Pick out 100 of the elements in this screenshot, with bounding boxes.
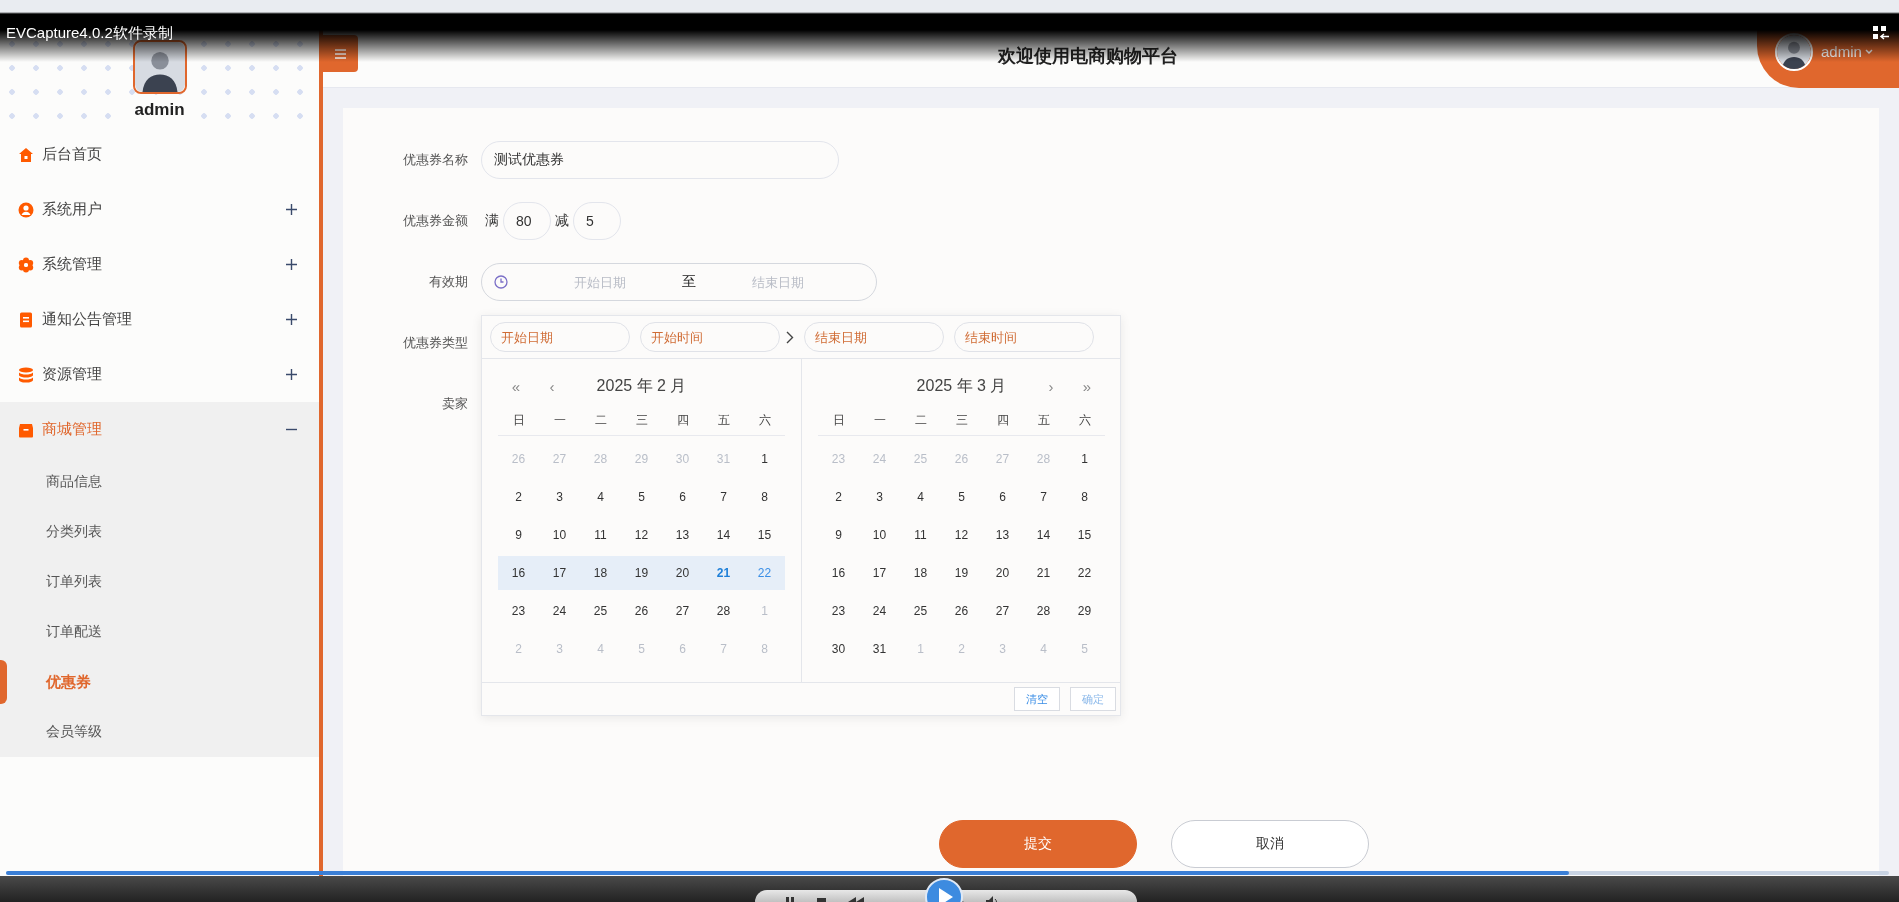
day-cell[interactable]: 2 xyxy=(818,480,859,514)
day-cell[interactable]: 10 xyxy=(859,518,900,552)
weekday-label: 一 xyxy=(552,411,567,429)
weekday-label: 日 xyxy=(831,411,846,429)
day-cell[interactable]: 27 xyxy=(662,594,703,628)
submenu-item[interactable]: 分类列表 xyxy=(46,523,102,541)
day-cell[interactable]: 3 xyxy=(539,480,580,514)
day-cell[interactable]: 15 xyxy=(744,518,785,552)
day-cell[interactable]: 9 xyxy=(498,518,539,552)
day-cell[interactable]: 20 xyxy=(662,556,703,590)
day-cell[interactable]: 8 xyxy=(1064,480,1105,514)
day-cell[interactable]: 6 xyxy=(662,480,703,514)
day-cell[interactable]: 31 xyxy=(859,632,900,666)
day-cell[interactable]: 1 xyxy=(1064,442,1105,476)
recorder-title: EVCapture4.0.2软件录制 xyxy=(6,24,173,43)
menu-item[interactable]: 系统管理 xyxy=(0,237,319,292)
day-cell[interactable]: 2 xyxy=(498,480,539,514)
input-field[interactable]: 开始时间 xyxy=(640,322,780,352)
menu-item[interactable]: 后台首页 xyxy=(0,127,319,182)
day-cell[interactable]: 15 xyxy=(1064,518,1105,552)
day-cell[interactable]: 21 xyxy=(1023,556,1064,590)
submenu-item[interactable]: 订单配送 xyxy=(46,623,102,641)
day-cell[interactable]: 22 xyxy=(1064,556,1105,590)
input-field[interactable]: 5 xyxy=(573,202,621,240)
day-cell[interactable]: 7 xyxy=(703,480,744,514)
nav-button[interactable]: › xyxy=(1033,377,1069,395)
submenu-item[interactable]: 会员等级 xyxy=(46,723,102,741)
input-field[interactable]: 80 xyxy=(503,202,551,240)
day-cell[interactable]: 12 xyxy=(941,518,982,552)
day-cell[interactable]: 14 xyxy=(703,518,744,552)
day-cell[interactable]: 4 xyxy=(580,480,621,514)
day-cell[interactable]: 4 xyxy=(900,480,941,514)
submenu-item[interactable]: 订单列表 xyxy=(46,573,102,591)
day-cell[interactable]: 11 xyxy=(580,518,621,552)
nav-button[interactable]: « xyxy=(498,377,534,395)
day-cell[interactable]: 6 xyxy=(982,480,1023,514)
day-cell[interactable]: 13 xyxy=(662,518,703,552)
start-date-input[interactable]: 开始日期 xyxy=(538,273,662,291)
plus-icon[interactable] xyxy=(286,204,297,215)
weekday-label: 三 xyxy=(634,411,649,429)
day-cell[interactable]: 23 xyxy=(498,594,539,628)
day-cell[interactable]: 8 xyxy=(744,480,785,514)
day-cell[interactable]: 26 xyxy=(621,594,662,628)
day-cell[interactable]: 7 xyxy=(1023,480,1064,514)
day-cell[interactable]: 5 xyxy=(621,480,662,514)
day-cell[interactable]: 21 xyxy=(703,556,744,590)
day-cell[interactable]: 18 xyxy=(900,556,941,590)
end-date-input[interactable]: 结束日期 xyxy=(716,273,840,291)
day-cell[interactable]: 27 xyxy=(982,594,1023,628)
day-cell[interactable]: 23 xyxy=(818,594,859,628)
weekday-label: 五 xyxy=(1036,411,1051,429)
day-cell[interactable]: 11 xyxy=(900,518,941,552)
day-cell[interactable]: 24 xyxy=(859,594,900,628)
day-cell[interactable]: 25 xyxy=(900,594,941,628)
input-field[interactable]: 结束日期 xyxy=(804,322,944,352)
day-cell[interactable]: 20 xyxy=(982,556,1023,590)
date-range-field[interactable]: 开始日期 至 结束日期 xyxy=(481,263,877,301)
nav-button[interactable]: » xyxy=(1069,377,1105,395)
menu-item[interactable]: 资源管理 xyxy=(0,347,319,402)
day-cell[interactable]: 10 xyxy=(539,518,580,552)
day-cell[interactable]: 16 xyxy=(818,556,859,590)
plus-icon[interactable] xyxy=(286,369,297,380)
day-cell[interactable]: 19 xyxy=(621,556,662,590)
cancel-button[interactable]: 取消 xyxy=(1171,820,1369,868)
input-field[interactable]: 测试优惠券 xyxy=(481,141,839,179)
plus-icon[interactable] xyxy=(286,314,297,325)
day-cell[interactable]: 17 xyxy=(539,556,580,590)
day-cell[interactable]: 30 xyxy=(818,632,859,666)
weekday-label: 二 xyxy=(913,411,928,429)
day-cell[interactable]: 26 xyxy=(941,594,982,628)
day-cell[interactable]: 12 xyxy=(621,518,662,552)
day-cell[interactable]: 3 xyxy=(859,480,900,514)
user-icon xyxy=(18,201,34,218)
day-cell[interactable]: 19 xyxy=(941,556,982,590)
day-cell[interactable]: 9 xyxy=(818,518,859,552)
day-cell[interactable]: 17 xyxy=(859,556,900,590)
nav-button[interactable]: ‹ xyxy=(534,377,570,395)
page-title: 欢迎使用电商购物平台 xyxy=(996,45,1179,68)
day-cell[interactable]: 1 xyxy=(744,442,785,476)
menu-item[interactable]: 通知公告管理 xyxy=(0,292,319,347)
collapse-icon[interactable] xyxy=(1873,26,1889,40)
day-cell[interactable]: 18 xyxy=(580,556,621,590)
plus-icon[interactable] xyxy=(286,259,297,270)
day-cell[interactable]: 14 xyxy=(1023,518,1064,552)
field-label: 卖家 xyxy=(441,395,468,413)
day-cell[interactable]: 28 xyxy=(1023,594,1064,628)
input-field[interactable]: 结束时间 xyxy=(954,322,1094,352)
input-field[interactable]: 开始日期 xyxy=(490,322,630,352)
day-cell[interactable]: 24 xyxy=(539,594,580,628)
menu-item[interactable]: 系统用户 xyxy=(0,182,319,237)
day-cell[interactable]: 5 xyxy=(941,480,982,514)
day-cell[interactable]: 16 xyxy=(498,556,539,590)
day-cell[interactable]: 28 xyxy=(703,594,744,628)
day-cell[interactable]: 25 xyxy=(580,594,621,628)
day-cell[interactable]: 13 xyxy=(982,518,1023,552)
field-label: 有效期 xyxy=(428,273,468,291)
submenu-item[interactable]: 商品信息 xyxy=(46,473,102,491)
clear-button[interactable]: 清空 xyxy=(1014,687,1060,711)
weekday-label: 六 xyxy=(1077,411,1092,429)
day-cell[interactable]: 29 xyxy=(1064,594,1105,628)
